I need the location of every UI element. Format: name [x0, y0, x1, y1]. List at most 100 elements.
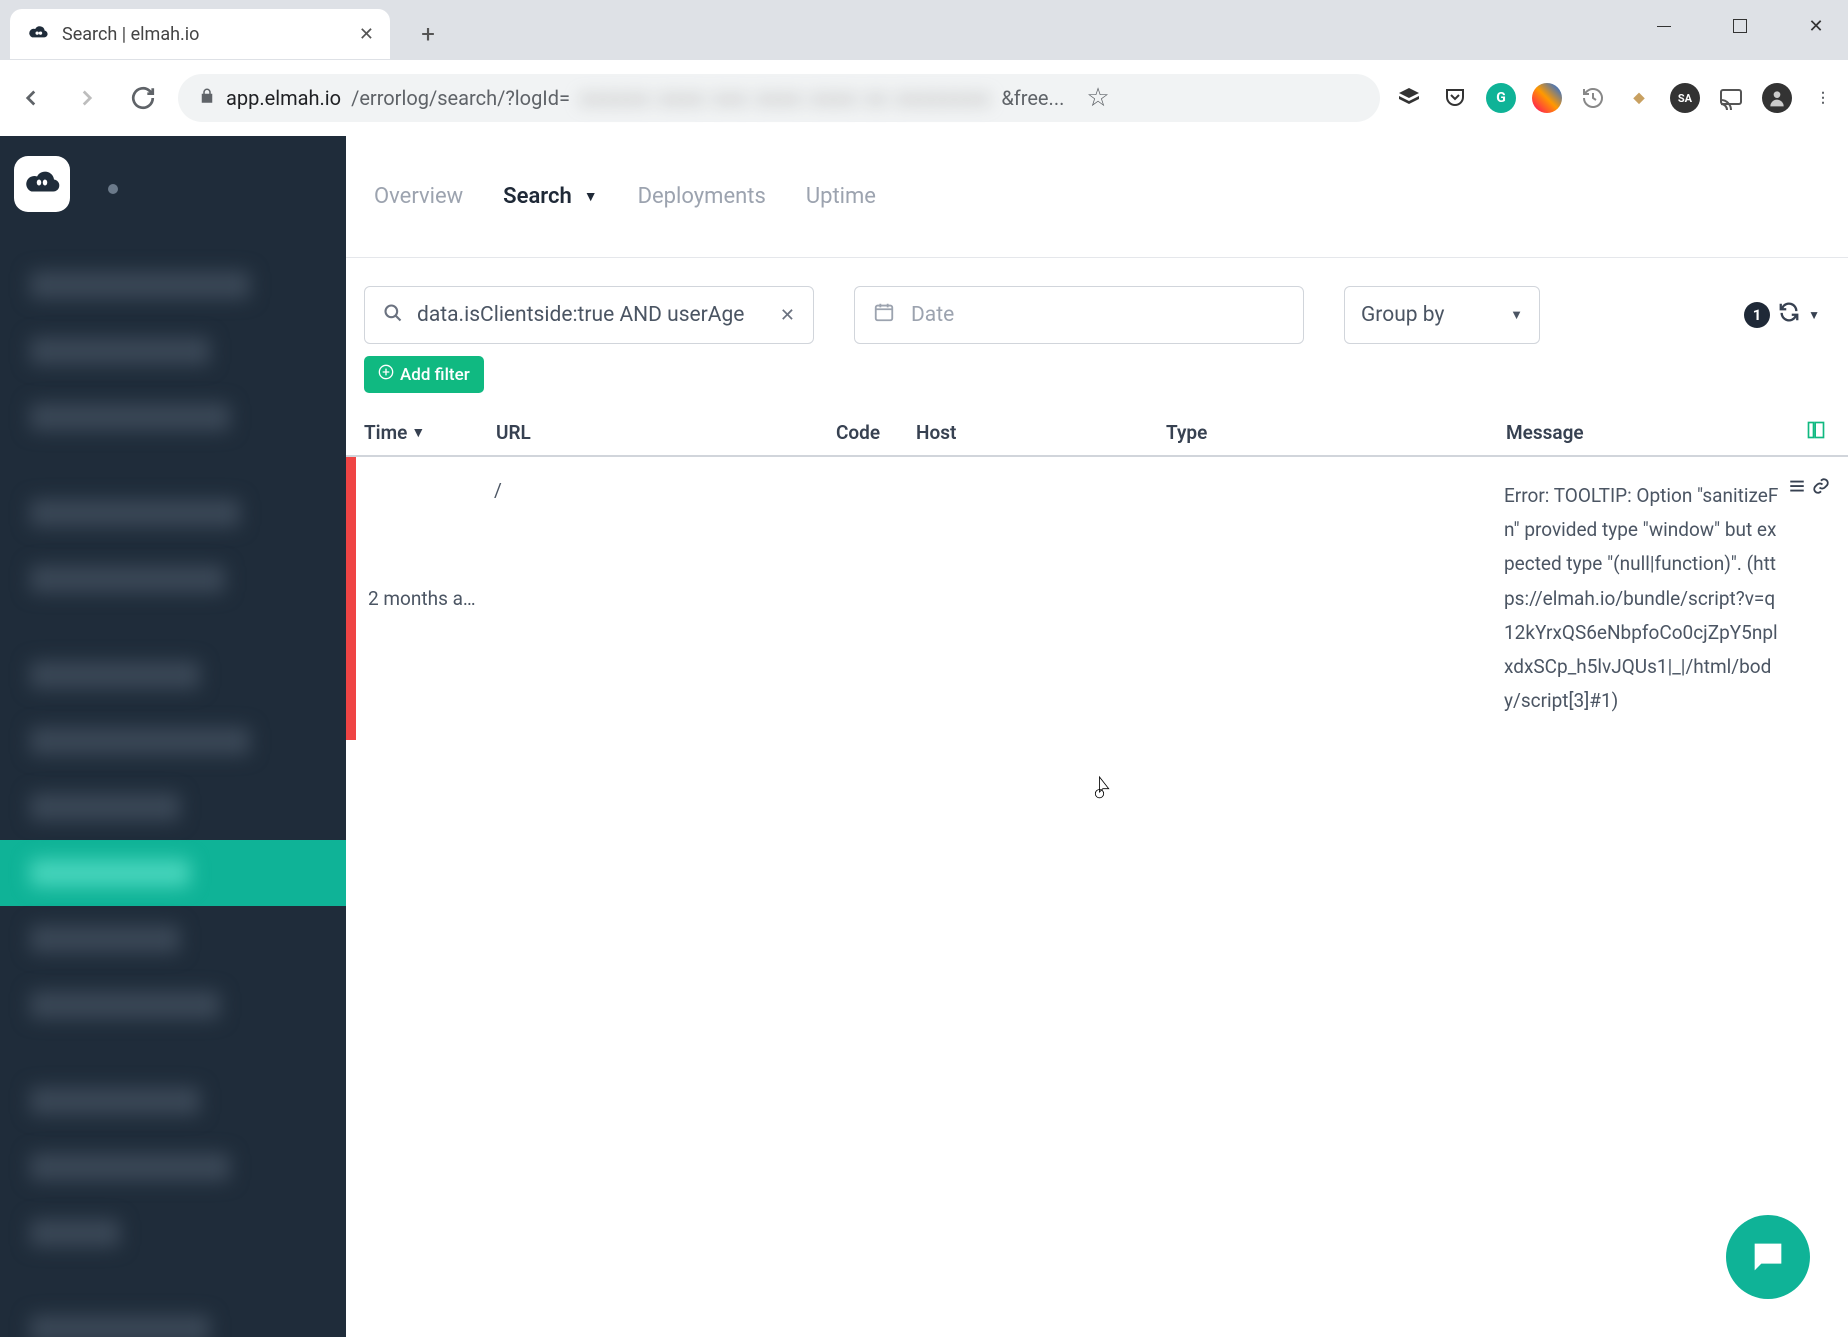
sidebar-item[interactable]: [0, 1068, 346, 1134]
url-redacted: xxxxxx xxxx xxx xxxx xxxx xx xxxxxxxx: [580, 86, 991, 110]
sidebar-item[interactable]: [0, 480, 346, 546]
cell-type: [1164, 479, 1504, 718]
sidebar-item[interactable]: [0, 642, 346, 708]
close-window-button[interactable]: [1792, 10, 1840, 42]
back-button[interactable]: [10, 77, 52, 119]
sidebar-divider: [0, 1038, 346, 1068]
nav-overview[interactable]: Overview: [374, 184, 463, 209]
url-field[interactable]: app.elmah.io/errorlog/search/?logId=xxxx…: [178, 74, 1380, 122]
sidebar-item[interactable]: [0, 972, 346, 1038]
chat-fab[interactable]: [1726, 1215, 1810, 1299]
sidebar-items: [0, 252, 346, 1337]
sidebar-item[interactable]: [0, 252, 346, 318]
extension-icon-pocket[interactable]: [1440, 83, 1470, 113]
url-suffix: &free...: [1001, 86, 1064, 110]
cell-url: /: [494, 479, 834, 718]
menu-icon[interactable]: [1788, 477, 1806, 500]
search-icon: [383, 303, 403, 327]
table-header: Time ▼ URL Code Host Type Message: [346, 409, 1848, 457]
sidebar: [0, 136, 346, 1337]
sidebar-item[interactable]: [0, 318, 346, 384]
sidebar-item[interactable]: [0, 708, 346, 774]
forward-button[interactable]: [66, 77, 108, 119]
col-header-message[interactable]: Message: [1506, 421, 1790, 444]
extension-icon-diamond[interactable]: ◆: [1624, 83, 1654, 113]
new-tab-button[interactable]: +: [408, 14, 448, 54]
cell-time: 2 months a…: [368, 479, 494, 718]
sidebar-item[interactable]: [0, 1200, 346, 1266]
sidebar-item[interactable]: [0, 1296, 346, 1337]
window-controls: [1640, 10, 1840, 42]
nav-uptime[interactable]: Uptime: [806, 184, 876, 209]
cell-host: [914, 479, 1164, 718]
logo[interactable]: [14, 156, 70, 212]
count-badge: 1: [1744, 302, 1770, 328]
profile-avatar[interactable]: [1762, 83, 1792, 113]
sidebar-divider: [0, 450, 346, 480]
add-filter-row: Add filter: [346, 344, 1848, 409]
browser-tab[interactable]: Search | elmah.io ✕: [10, 9, 390, 59]
group-by-select[interactable]: Group by ▼: [1344, 286, 1540, 344]
cell-code: [834, 479, 914, 718]
tab-strip: Search | elmah.io ✕ +: [0, 0, 1848, 60]
sidebar-item[interactable]: [0, 774, 346, 840]
app: Overview Search ▼ Deployments Uptime ✕ D…: [0, 136, 1848, 1337]
main: Overview Search ▼ Deployments Uptime ✕ D…: [346, 136, 1848, 1337]
sort-desc-icon: ▼: [411, 424, 425, 441]
sidebar-item[interactable]: [0, 546, 346, 612]
nav-deployments[interactable]: Deployments: [638, 184, 766, 209]
link-icon[interactable]: [1812, 477, 1830, 500]
date-placeholder: Date: [911, 303, 954, 327]
add-filter-label: Add filter: [400, 365, 470, 385]
add-filter-button[interactable]: Add filter: [364, 356, 484, 393]
col-header-time[interactable]: Time ▼: [364, 421, 496, 444]
nav-search[interactable]: Search ▼: [503, 184, 597, 209]
col-time-label: Time: [364, 421, 407, 444]
nav-search-label: Search: [503, 184, 572, 209]
status-dot: [108, 184, 118, 194]
clear-search-icon[interactable]: ✕: [780, 305, 795, 326]
cell-message: Error: TOOLTIP: Option "sanitizeFn" prov…: [1504, 479, 1830, 718]
refresh-button[interactable]: [1778, 301, 1800, 329]
address-bar: app.elmah.io/errorlog/search/?logId=xxxx…: [0, 60, 1848, 136]
browser-menu-icon[interactable]: ⋮: [1808, 83, 1838, 113]
col-header-type[interactable]: Type: [1166, 421, 1506, 444]
extension-icons: G ◆ SA ⋮: [1394, 83, 1838, 113]
caret-down-icon[interactable]: ▼: [584, 188, 598, 205]
search-box[interactable]: ✕: [364, 286, 814, 344]
sidebar-item[interactable]: [0, 906, 346, 972]
col-header-url[interactable]: URL: [496, 421, 836, 444]
sidebar-item-active[interactable]: [0, 840, 346, 906]
lock-icon: [198, 86, 216, 110]
filter-bar: ✕ Date Group by ▼ 1 ▼: [346, 258, 1848, 344]
tab-title: Search | elmah.io: [62, 24, 347, 45]
maximize-button[interactable]: [1716, 10, 1764, 42]
extension-icon-stack[interactable]: [1394, 83, 1424, 113]
refresh-menu-caret-icon[interactable]: ▼: [1808, 308, 1820, 322]
col-header-host[interactable]: Host: [916, 421, 1166, 444]
search-input[interactable]: [417, 303, 772, 327]
top-nav: Overview Search ▼ Deployments Uptime: [346, 136, 1848, 258]
sidebar-divider: [0, 1266, 346, 1296]
extension-icon-rainbow[interactable]: [1532, 83, 1562, 113]
table-row[interactable]: 2 months a… / Error: TOOLTIP: Option "sa…: [346, 457, 1848, 740]
extension-icon-green[interactable]: G: [1486, 83, 1516, 113]
calendar-icon: [873, 301, 895, 329]
extension-icon-sa[interactable]: SA: [1670, 83, 1700, 113]
sidebar-item[interactable]: [0, 1134, 346, 1200]
tab-close-icon[interactable]: ✕: [359, 24, 374, 45]
browser-chrome: Search | elmah.io ✕ + app.elmah.io/error…: [0, 0, 1848, 136]
columns-config-icon[interactable]: [1790, 420, 1830, 445]
plus-circle-icon: [378, 364, 394, 385]
bookmark-star-icon[interactable]: ☆: [1086, 83, 1109, 113]
extension-icon-history[interactable]: [1578, 83, 1608, 113]
extension-icon-cast[interactable]: [1716, 83, 1746, 113]
sidebar-item[interactable]: [0, 384, 346, 450]
col-header-code[interactable]: Code: [836, 421, 916, 444]
reload-button[interactable]: [122, 77, 164, 119]
date-filter[interactable]: Date: [854, 286, 1304, 344]
favicon-icon: [26, 22, 50, 46]
group-by-label: Group by: [1361, 303, 1444, 327]
minimize-button[interactable]: [1640, 10, 1688, 42]
caret-down-icon: ▼: [1510, 307, 1523, 323]
